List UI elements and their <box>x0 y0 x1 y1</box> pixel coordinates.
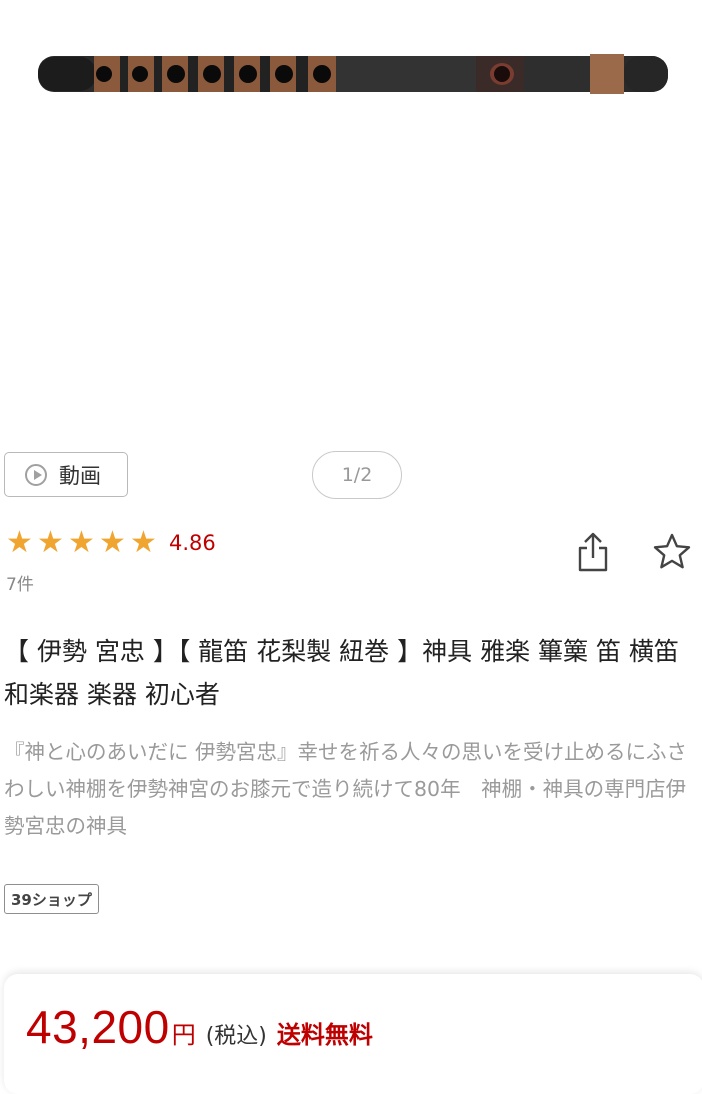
image-pager: 1/2 <box>312 451 402 499</box>
product-image-flute <box>38 54 668 94</box>
price-row: 43,200 円 (税込) 送料無料 <box>26 1000 373 1054</box>
video-button-label: 動画 <box>59 463 101 488</box>
star-icon: ★ <box>130 525 157 560</box>
product-title: 【 伊勢 宮忠 】【 龍笛 花梨製 紐巻 】神具 雅楽 篳篥 笛 横笛 和楽器 … <box>4 637 679 709</box>
play-circle-icon <box>25 463 47 486</box>
star-icon: ★ <box>37 525 64 560</box>
free-shipping-label: 送料無料 <box>276 1021 373 1049</box>
price-card: 43,200 円 (税込) 送料無料 <box>4 974 702 1094</box>
star-icon: ★ <box>68 525 95 560</box>
video-button[interactable]: 動画 <box>4 452 128 497</box>
product-image-area[interactable] <box>0 0 702 430</box>
shop-badge: 39ショップ <box>4 884 99 914</box>
star-icon: ★ <box>6 525 33 560</box>
price-amount: 43,200 <box>26 1001 170 1053</box>
review-count[interactable]: 7件 <box>6 570 34 595</box>
rating[interactable]: ★ ★ ★ ★ ★ 4.86 <box>6 528 216 558</box>
price-currency: 円 <box>171 1021 196 1049</box>
share-icon[interactable] <box>576 530 610 574</box>
favorite-star-icon[interactable] <box>652 532 692 572</box>
rating-stars: ★ ★ ★ ★ ★ <box>6 528 161 558</box>
pager-text: 1/2 <box>341 464 373 486</box>
star-icon: ★ <box>99 525 126 560</box>
price-tax-label: (税込) <box>205 1024 267 1049</box>
product-description: 『神と心のあいだに 伊勢宮忠』幸せを祈る人々の思いを受け止めるにふさわしい神棚を… <box>4 740 688 838</box>
rating-value: 4.86 <box>169 531 216 555</box>
